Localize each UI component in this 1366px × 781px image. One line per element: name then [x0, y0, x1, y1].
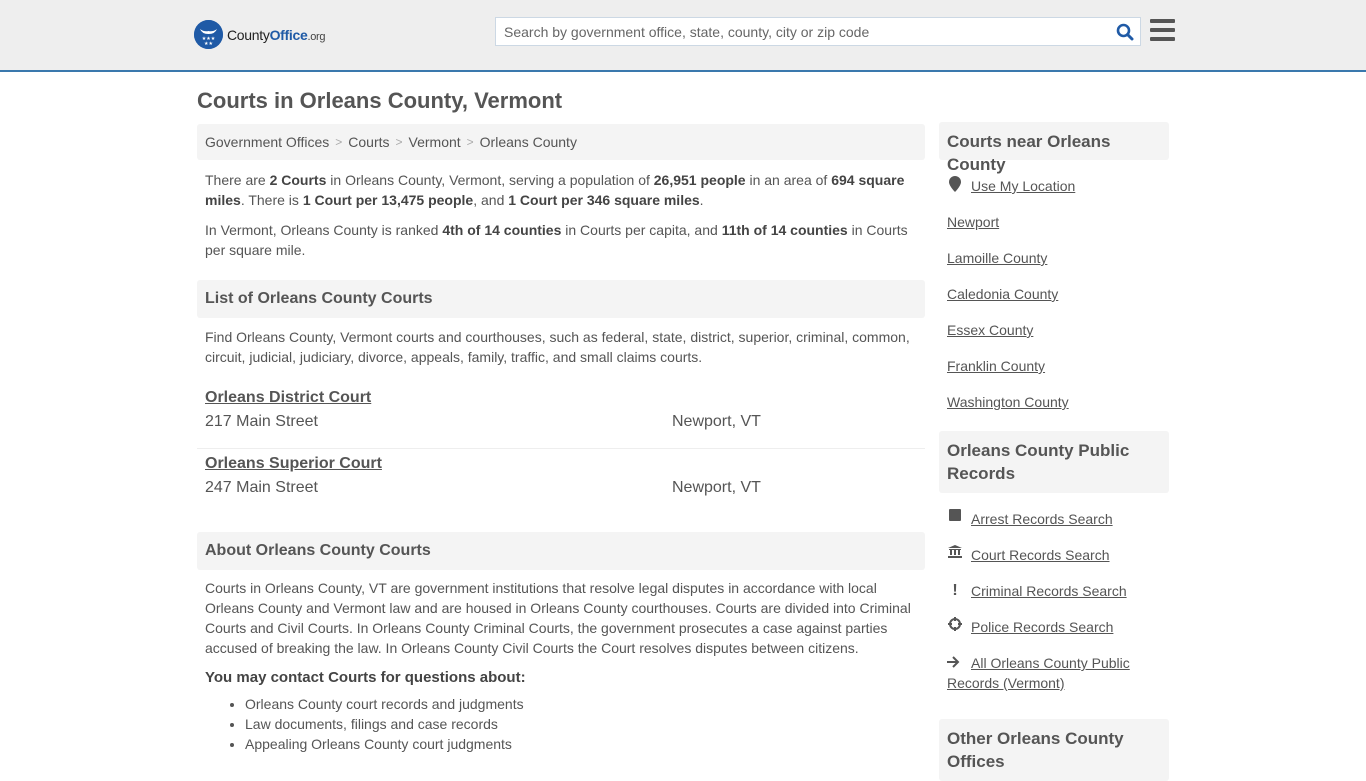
breadcrumb-separator: >: [395, 135, 403, 149]
about-section-heading: About Orleans County Courts: [197, 532, 925, 570]
nearby-link-washington[interactable]: Washington County: [947, 392, 1069, 412]
court-name-link[interactable]: Orleans District Court: [205, 389, 371, 407]
nearby-item: Franklin County: [947, 356, 1161, 392]
court-city: Newport, VT: [672, 413, 761, 430]
breadcrumb-separator: >: [335, 135, 343, 149]
public-records-list: Arrest Records Search Court Records Sear…: [939, 493, 1169, 709]
breadcrumb-separator: >: [466, 135, 474, 149]
breadcrumb-courts[interactable]: Courts: [348, 134, 389, 150]
breadcrumb-government-offices[interactable]: Government Offices: [205, 134, 329, 150]
court-item: Orleans Superior Court 247 Main Street N…: [197, 448, 925, 513]
contact-heading: You may contact Courts for questions abo…: [205, 669, 526, 686]
public-record-item: All Orleans County Public Records (Vermo…: [947, 653, 1161, 709]
breadcrumb-vermont[interactable]: Vermont: [409, 134, 461, 150]
court-address: 217 Main Street: [205, 413, 318, 430]
contact-item: Law documents, filings and case records: [245, 714, 925, 734]
court-records-link[interactable]: Court Records Search: [971, 545, 1110, 565]
list-description: Find Orleans County, Vermont courts and …: [205, 329, 910, 365]
breadcrumb: Government Offices > Courts > Vermont > …: [197, 124, 925, 160]
eagle-logo-icon: ★★★ ★★: [194, 20, 223, 49]
public-record-item: ! Criminal Records Search: [947, 581, 1161, 617]
hamburger-menu-icon[interactable]: [1150, 19, 1175, 41]
court-item: Orleans District Court 217 Main Street N…: [197, 383, 925, 448]
court-city: Newport, VT: [672, 479, 761, 496]
search-icon: [1116, 23, 1134, 40]
search-button[interactable]: [1110, 18, 1140, 45]
nearby-courts-heading: Courts near Orleans County: [939, 122, 1169, 174]
public-records-heading: Orleans County Public Records: [939, 431, 1169, 493]
logo-text: CountyOffice.org: [227, 26, 326, 43]
public-record-item: Court Records Search: [947, 545, 1161, 581]
map-marker-icon: [947, 176, 963, 192]
nearby-item: Caledonia County: [947, 284, 1161, 320]
about-text: Courts in Orleans County, VT are governm…: [205, 580, 911, 656]
breadcrumb-orleans-county: Orleans County: [479, 134, 577, 150]
nearby-link-newport[interactable]: Newport: [947, 212, 999, 232]
nearby-item: Lamoille County: [947, 248, 1161, 284]
site-logo[interactable]: ★★★ ★★ CountyOffice.org: [194, 20, 326, 49]
nearby-item: Washington County: [947, 392, 1161, 428]
other-offices-heading: Other Orleans County Offices: [939, 719, 1169, 781]
list-section-heading: List of Orleans County Courts: [197, 280, 925, 318]
nearby-link-lamoille[interactable]: Lamoille County: [947, 248, 1047, 268]
all-public-records-link[interactable]: All Orleans County Public Records (Vermo…: [947, 655, 1130, 691]
site-header: ★★★ ★★ CountyOffice.org: [0, 0, 1366, 72]
nearby-link-caledonia[interactable]: Caledonia County: [947, 284, 1058, 304]
public-record-item: Police Records Search: [947, 617, 1161, 653]
svg-text:★★: ★★: [204, 41, 213, 47]
search-bar: [495, 17, 1141, 46]
nearby-link-franklin[interactable]: Franklin County: [947, 356, 1045, 376]
court-name-link[interactable]: Orleans Superior Court: [205, 455, 382, 473]
crosshair-icon: [947, 617, 963, 631]
nearby-courts-list: Use My Location Newport Lamoille County …: [939, 160, 1169, 428]
contact-item: Orleans County court records and judgmen…: [245, 694, 925, 714]
contact-item: Appealing Orleans County court judgments: [245, 734, 925, 754]
page-title: Courts in Orleans County, Vermont: [197, 88, 563, 113]
main-content: Government Offices > Courts > Vermont > …: [197, 124, 925, 754]
contact-list: Orleans County court records and judgmen…: [197, 694, 925, 754]
use-my-location-link[interactable]: Use My Location: [971, 176, 1075, 196]
exclamation-icon: !: [952, 582, 958, 599]
public-record-item: Arrest Records Search: [947, 509, 1161, 545]
square-icon: [947, 509, 963, 521]
police-records-link[interactable]: Police Records Search: [971, 617, 1113, 637]
summary-paragraph: There are 2 Courts in Orleans County, Ve…: [205, 172, 905, 208]
court-list: Orleans District Court 217 Main Street N…: [197, 383, 925, 513]
arrest-records-link[interactable]: Arrest Records Search: [971, 509, 1113, 529]
criminal-records-link[interactable]: Criminal Records Search: [971, 581, 1127, 601]
nearby-item: Newport: [947, 212, 1161, 248]
nearby-link-essex[interactable]: Essex County: [947, 320, 1033, 340]
courthouse-icon: [947, 545, 963, 558]
nearby-item: Essex County: [947, 320, 1161, 356]
court-address: 247 Main Street: [205, 479, 318, 496]
use-my-location-item: Use My Location: [947, 176, 1161, 212]
sidebar: Courts near Orleans County Use My Locati…: [939, 122, 1169, 781]
arrow-right-icon: [947, 653, 963, 673]
search-input[interactable]: [496, 18, 1110, 45]
ranking-paragraph: In Vermont, Orleans County is ranked 4th…: [205, 222, 908, 258]
